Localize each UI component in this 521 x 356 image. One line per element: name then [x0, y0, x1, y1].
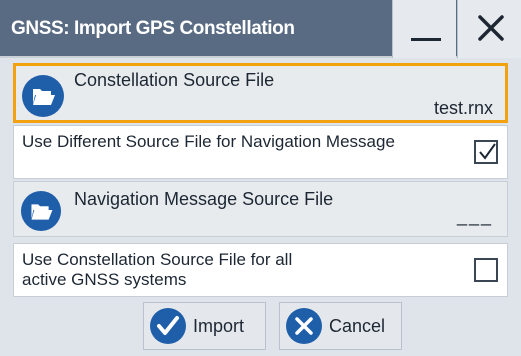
folder-open-icon: [20, 190, 62, 232]
use-for-all-systems-checkbox[interactable]: [474, 258, 498, 282]
folder-open-icon: [22, 75, 64, 117]
close-icon: [478, 15, 504, 41]
different-nav-file-checkbox[interactable]: [474, 140, 498, 164]
cancel-button[interactable]: Cancel: [279, 302, 402, 350]
constellation-source-label: Constellation Source File: [74, 70, 275, 90]
nav-message-source-label: Navigation Message Source File: [74, 189, 334, 209]
minimize-button[interactable]: [392, 0, 456, 58]
use-for-all-systems-row[interactable]: Use Constellation Source File for all ac…: [13, 243, 508, 297]
nav-message-source-file-button[interactable]: Navigation Message Source File ___: [13, 181, 508, 237]
close-button[interactable]: [457, 0, 521, 58]
checkmark-icon: [150, 308, 186, 344]
constellation-source-value: test.rnx: [433, 98, 493, 118]
import-button[interactable]: Import: [143, 302, 266, 350]
title-bar: GNSS: Import GPS Constellation: [0, 0, 521, 58]
different-nav-file-label: Use Different Source File for Navigation…: [22, 132, 395, 151]
minimize-icon: [411, 38, 441, 41]
cancel-label: Cancel: [329, 316, 386, 336]
checkmark-icon: [479, 143, 496, 160]
use-for-all-systems-label: Use Constellation Source File for all ac…: [22, 250, 293, 289]
window-title: GNSS: Import GPS Constellation: [11, 18, 295, 39]
import-label: Import: [193, 316, 245, 336]
different-nav-file-row[interactable]: Use Different Source File for Navigation…: [13, 125, 508, 179]
constellation-source-file-button[interactable]: Constellation Source File test.rnx: [13, 63, 508, 123]
cancel-icon: [286, 308, 322, 344]
nav-message-source-value: ___: [456, 206, 493, 226]
